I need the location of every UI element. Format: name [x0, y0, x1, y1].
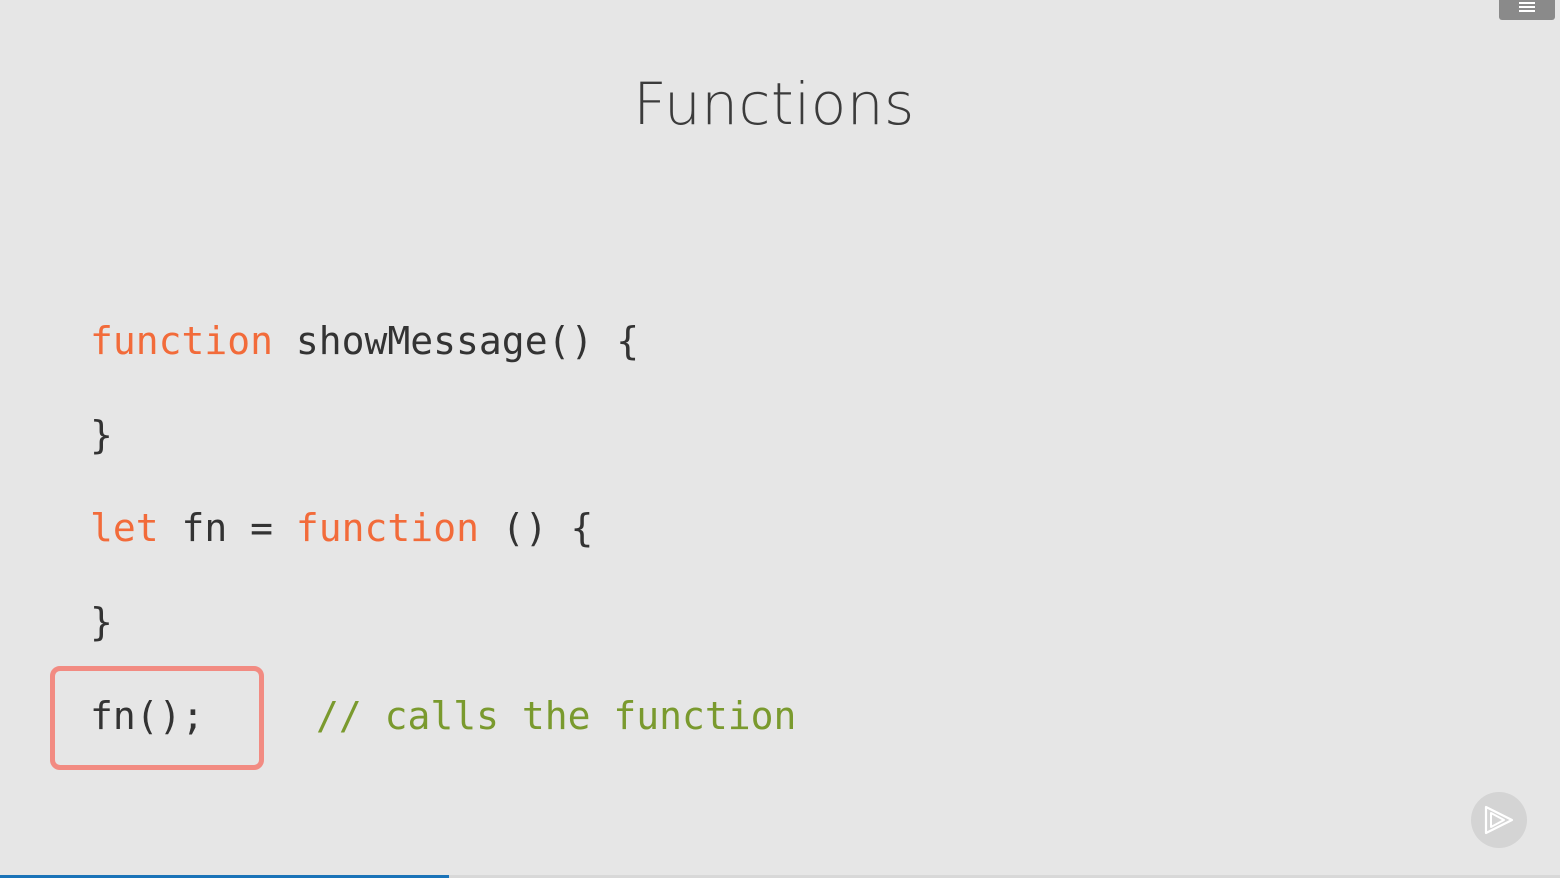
code-function-call: fn(); [90, 694, 205, 738]
player-logo-button[interactable] [1471, 792, 1527, 848]
code-line-5: fn(); [90, 697, 204, 735]
code-comment: // calls the function [316, 694, 797, 738]
code-line-2: } [90, 416, 113, 454]
code-closing-brace: } [90, 413, 113, 457]
code-keyword-let: let [90, 506, 159, 550]
code-keyword-function: function [295, 506, 479, 550]
menu-button[interactable] [1499, 0, 1555, 20]
slide: Functions function showMessage() { } let… [0, 0, 1560, 878]
code-closing-brace: } [90, 600, 113, 644]
slide-title: Functions [633, 70, 915, 138]
code-text: () { [478, 506, 594, 550]
code-line-1: function showMessage() { [90, 322, 639, 360]
code-line-3: let fn = function () { [90, 509, 593, 547]
hamburger-menu-icon [1519, 2, 1535, 12]
play-logo-icon [1484, 805, 1514, 835]
code-line-4: } [90, 603, 113, 641]
code-text: showMessage() { [273, 319, 640, 363]
code-keyword-function: function [90, 319, 274, 363]
code-text: fn = [158, 506, 296, 550]
